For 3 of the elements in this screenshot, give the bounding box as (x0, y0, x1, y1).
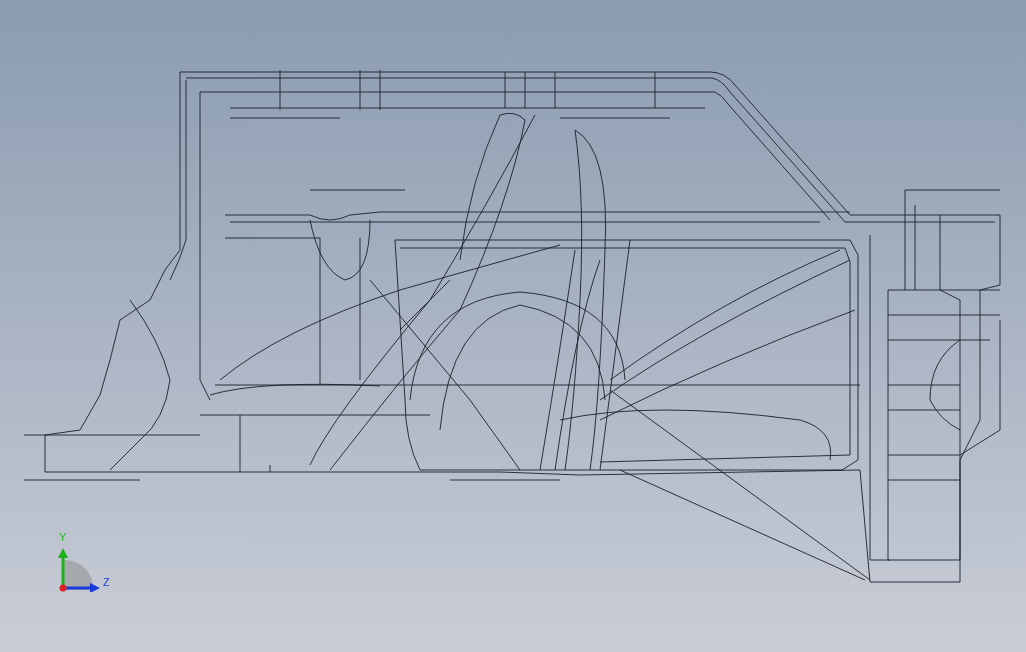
axis-triad-drawing (56, 546, 102, 592)
y-axis-label: Y (59, 532, 67, 543)
z-axis-label: Z (103, 577, 110, 588)
